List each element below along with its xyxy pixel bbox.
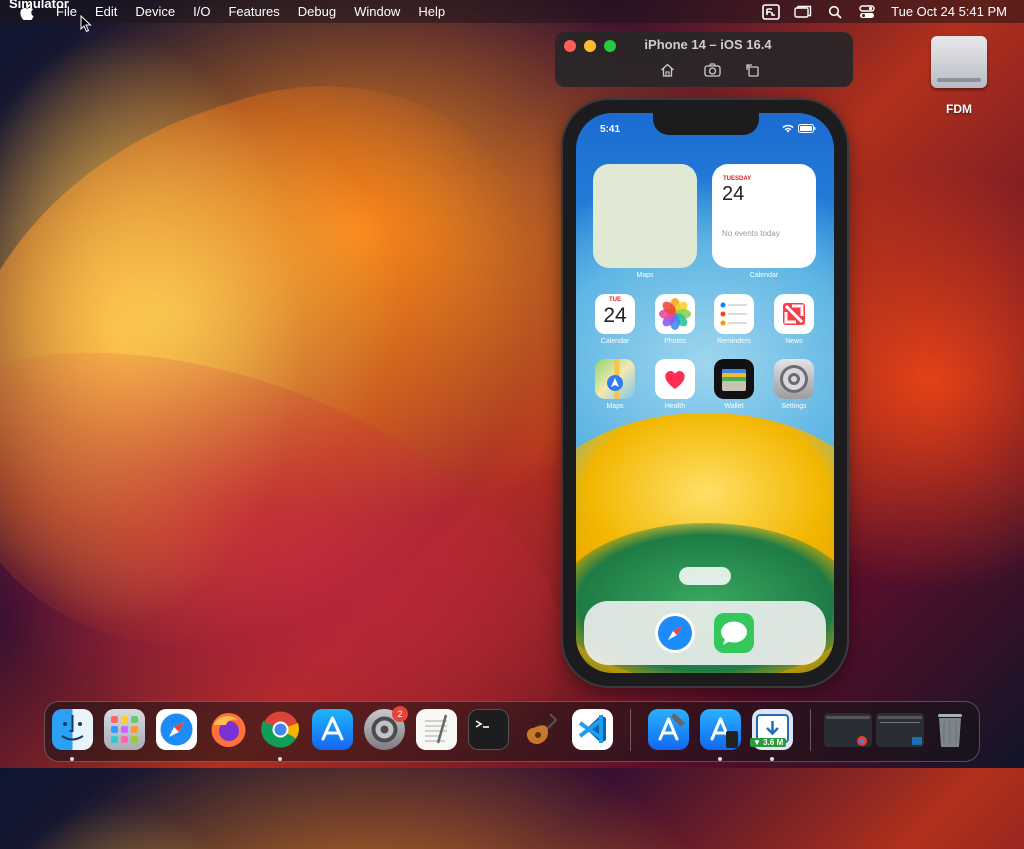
phone-screen: 5:41 Maps TUESDAY 24 No events today Cal… [576, 113, 834, 673]
menu-clock[interactable]: Tue Oct 24 5:41 PM [891, 4, 1007, 19]
chrome-icon[interactable] [260, 709, 301, 750]
battery-icon [798, 124, 816, 133]
menu-app-name[interactable]: Simulator [0, 0, 69, 32]
page-indicator[interactable] [679, 567, 731, 585]
calendar-app-day: TUE [609, 297, 621, 303]
finder-icon[interactable] [52, 709, 93, 750]
settings-icon[interactable] [774, 359, 814, 399]
app-label: Maps [606, 403, 624, 410]
iphone-simulator: 5:41 Maps TUESDAY 24 No events today Cal… [563, 100, 847, 686]
menu-debug[interactable]: Debug [289, 0, 345, 23]
maps-icon[interactable] [595, 359, 635, 399]
terminal-icon[interactable] [468, 709, 509, 750]
menu-bar: Simulator File Edit Device I/O Features … [0, 0, 1024, 23]
instruments-icon[interactable] [520, 709, 561, 750]
control-center-icon[interactable] [858, 4, 876, 20]
health-icon[interactable] [655, 359, 695, 399]
safari-icon[interactable] [156, 709, 197, 750]
simulator-window-titlebar: iPhone 14 – iOS 16.4 [555, 32, 853, 87]
screen-mirroring-icon[interactable] [794, 4, 812, 20]
app-label: Calendar [600, 338, 630, 345]
calendar-widget-label: Calendar [749, 272, 779, 279]
safari-icon[interactable] [655, 613, 695, 653]
app-label: News [785, 338, 803, 345]
mouse-cursor-icon [80, 15, 92, 33]
photos-icon[interactable] [655, 294, 695, 334]
app-label: Settings [781, 403, 807, 410]
firefox-icon[interactable] [208, 709, 249, 750]
running-indicator [70, 757, 74, 761]
running-indicator [770, 757, 774, 761]
app-store-icon[interactable] [312, 709, 353, 750]
phone-time: 5:41 [600, 124, 621, 135]
screenshot-icon[interactable] [703, 62, 721, 78]
xcode-icon[interactable] [648, 709, 689, 750]
dock-separator [630, 709, 631, 751]
messages-icon[interactable] [714, 613, 754, 653]
maps-widget[interactable] [593, 164, 697, 268]
news-icon[interactable] [774, 294, 814, 334]
rotate-icon[interactable] [743, 62, 761, 78]
running-indicator [718, 757, 722, 761]
menu-help[interactable]: Help [409, 0, 454, 23]
minimized-window-thumbnail[interactable] [824, 713, 872, 747]
reminders-icon[interactable] [714, 294, 754, 334]
phone-dock [584, 601, 826, 665]
menu-device[interactable]: Device [126, 0, 184, 23]
drive-label: FDM [946, 102, 972, 116]
download-speed-text: 3.6 M [763, 738, 784, 747]
notification-badge: 2 [392, 706, 408, 722]
menu-features[interactable]: Features [219, 0, 288, 23]
fdm-status-icon[interactable] [762, 3, 780, 20]
wallet-icon[interactable] [714, 359, 754, 399]
maps-widget-label: Maps [636, 272, 654, 279]
calendar-widget-date: 24 [722, 183, 745, 205]
app-label: Photos [664, 338, 686, 345]
phone-status-icons [782, 124, 816, 133]
download-speed-badge: ▼ 3.6 M [750, 738, 787, 747]
minimized-window-thumbnail[interactable] [876, 713, 924, 747]
wifi-icon [782, 124, 794, 133]
menu-edit[interactable]: Edit [86, 0, 126, 23]
menu-window[interactable]: Window [345, 0, 409, 23]
simulator-icon[interactable] [700, 709, 741, 750]
calendar-icon[interactable]: TUE 24 [595, 294, 635, 334]
external-drive-icon [931, 36, 987, 88]
menu-io[interactable]: I/O [184, 0, 219, 23]
app-label: Wallet [724, 403, 744, 410]
search-icon[interactable] [826, 4, 844, 20]
dock-separator [810, 709, 811, 751]
running-indicator [278, 757, 282, 761]
download-arrow-icon: ▼ [753, 738, 761, 747]
launchpad-icon[interactable] [104, 709, 145, 750]
trash-icon[interactable] [932, 709, 968, 750]
calendar-widget[interactable]: TUESDAY 24 No events today [712, 164, 816, 268]
desktop-drive[interactable]: FDM [928, 36, 990, 126]
vscode-icon[interactable] [572, 709, 613, 750]
app-label: Health [664, 403, 686, 410]
calendar-widget-day: TUESDAY [723, 176, 752, 182]
phone-notch [653, 113, 759, 135]
calendar-app-date: 24 [603, 304, 627, 327]
window-title: iPhone 14 – iOS 16.4 [644, 37, 772, 52]
textedit-icon[interactable] [416, 709, 457, 750]
calendar-widget-events: No events today [722, 229, 780, 238]
home-icon[interactable] [658, 62, 676, 78]
app-label: Reminders [717, 338, 751, 345]
mac-dock: 2 ▼ 3.6 M [44, 701, 980, 762]
